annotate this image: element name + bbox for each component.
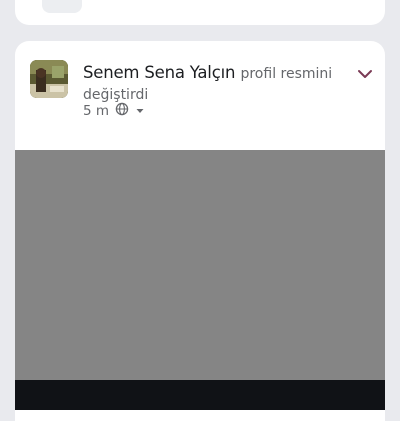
active-tab-highlight	[42, 0, 82, 13]
post-meta: 5 m	[83, 102, 145, 120]
privacy-dropdown-icon[interactable]	[135, 103, 145, 119]
globe-icon[interactable]	[115, 102, 129, 120]
photo-bottom-strip	[15, 380, 385, 410]
avatar[interactable]	[30, 60, 68, 98]
post-card: Senem Sena Yalçın profil resmini değişti…	[15, 41, 385, 421]
profile-photo[interactable]	[15, 150, 385, 410]
author-name[interactable]: Senem Sena Yalçın	[83, 63, 235, 82]
top-navigation-bar	[15, 0, 385, 25]
post-header-text: Senem Sena Yalçın profil resmini değişti…	[83, 63, 353, 105]
chevron-down-icon[interactable]	[357, 65, 373, 78]
post-timestamp[interactable]: 5 m	[83, 103, 109, 119]
